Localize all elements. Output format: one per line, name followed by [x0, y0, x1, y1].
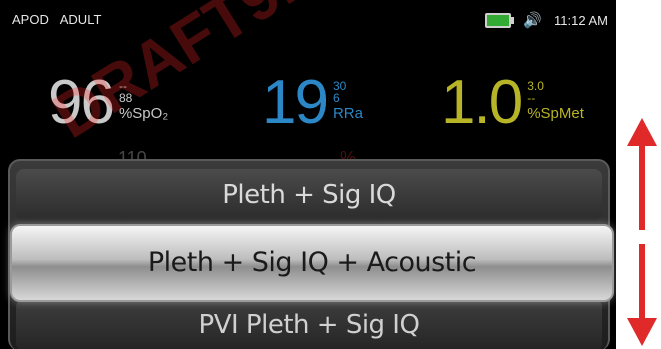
status-left: APOD ADULT	[12, 12, 109, 27]
spo2-value: 96	[48, 68, 115, 137]
mode-label: APOD	[12, 12, 49, 27]
spo2-parameter[interactable]: 96 -- 88 %SpO₂	[48, 72, 168, 134]
time-label: 11:12 AM	[554, 12, 608, 28]
spmet-parameter[interactable]: 1.0 3.0 -- %SpMet	[441, 72, 584, 134]
spmet-value: 1.0	[441, 68, 523, 137]
arrow-up-icon	[627, 118, 657, 230]
rra-value: 19	[262, 68, 329, 137]
arrow-down-icon	[627, 244, 657, 346]
spo2-unit: %SpO₂	[118, 105, 169, 122]
spo2-side: -- 88 %SpO₂	[118, 80, 169, 122]
spo2-lower-limit: 88	[118, 91, 133, 105]
spmet-unit: %SpMet	[527, 105, 584, 122]
spmet-lower-limit: --	[527, 91, 536, 105]
speaker-icon: 🔊	[523, 12, 543, 29]
status-bar: APOD ADULT 🔊 11:12 AM	[0, 0, 616, 38]
spmet-side: 3.0 -- %SpMet	[527, 79, 584, 122]
menu-item-pleth-sig-iq-acoustic-selected[interactable]: Pleth + Sig IQ + Acoustic	[10, 224, 614, 302]
rra-lower-limit: 6	[332, 91, 340, 105]
spmet-upper-limit: 3.0	[527, 79, 544, 93]
menu-item-pleth-sig-iq[interactable]: Pleth + Sig IQ	[16, 169, 602, 221]
battery-charging-icon	[485, 12, 515, 28]
menu-item-pvi-pleth-sig-iq[interactable]: PVI Pleth + Sig IQ	[16, 299, 602, 349]
rra-side: 30 6 RRa	[332, 80, 363, 122]
status-right: 🔊 11:12 AM	[485, 11, 608, 29]
rra-parameter[interactable]: 19 30 6 RRa	[262, 72, 363, 134]
rra-unit: RRa	[332, 105, 363, 122]
patient-type-label: ADULT	[59, 12, 102, 27]
